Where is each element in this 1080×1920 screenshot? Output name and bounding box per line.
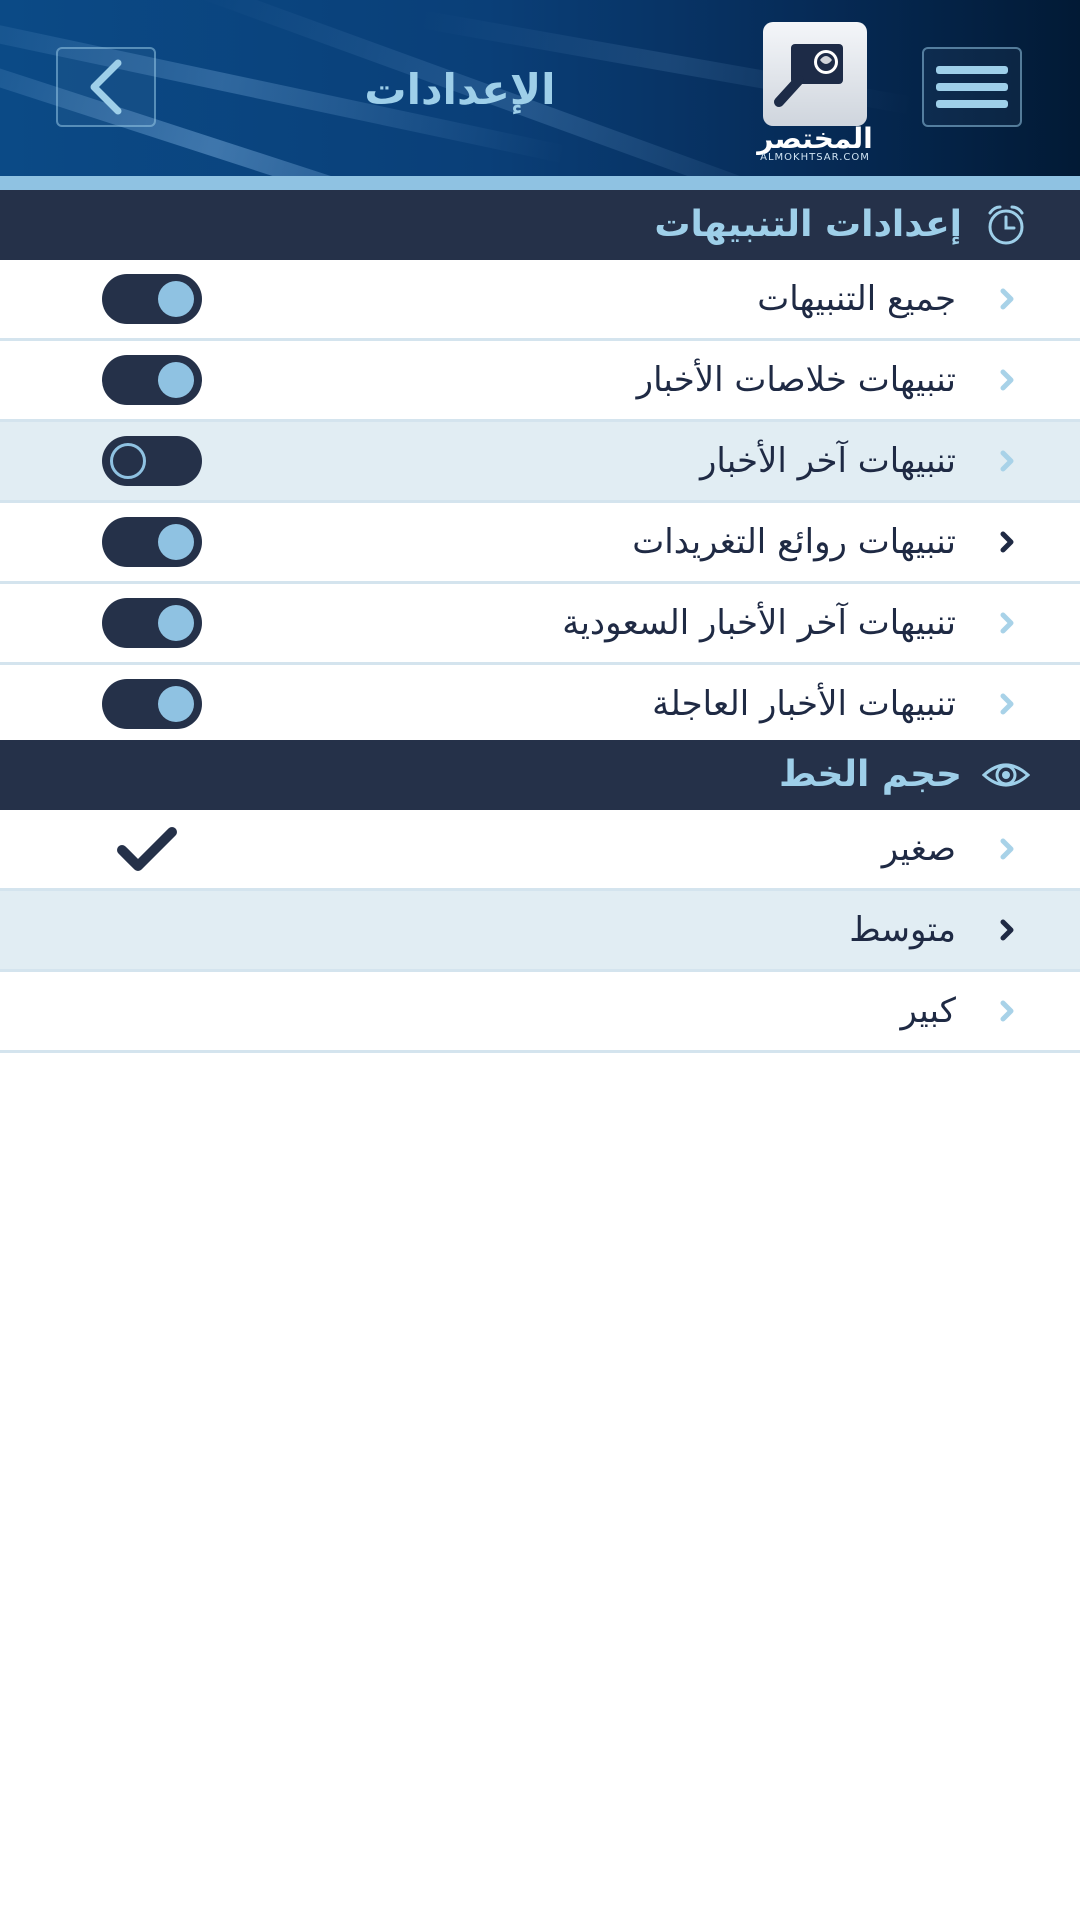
font-size-label: متوسط [849,910,956,950]
back-button[interactable] [56,47,156,127]
app-logo [763,22,867,126]
font-size-label: صغير [881,829,956,869]
checkmark-icon [117,827,177,871]
alert-toggle[interactable] [102,679,202,729]
chevron-icon [1000,693,1014,715]
font-size-label: كبير [900,991,956,1031]
alert-label: تنبيهات الأخبار العاجلة [652,684,956,724]
logo-subtext: ALMOKHTSAR.COM [760,152,870,163]
alert-label: جميع التنبيهات [757,279,956,319]
alert-row-best-tweets[interactable]: تنبيهات روائع التغريدات [0,503,1080,584]
alert-toggle[interactable] [102,355,202,405]
toggle-knob [158,524,194,560]
chevron-icon [1000,919,1014,941]
font-size-row-large[interactable]: كبير [0,972,1080,1053]
alert-label: تنبيهات خلاصات الأخبار [636,360,956,400]
eye-icon [982,763,1030,787]
chevron-icon [1000,838,1014,860]
font-size-row-small[interactable]: صغير [0,810,1080,891]
chevron-left-icon [90,59,122,115]
alert-label: تنبيهات آخر الأخبار [699,441,956,481]
section-header-alerts: إعدادات التنبيهات [0,190,1080,260]
chevron-icon [1000,369,1014,391]
toggle-knob [158,605,194,641]
section-title-font-size: حجم الخط [778,754,962,795]
alert-toggle[interactable] [102,436,202,486]
alert-row-latest-news[interactable]: تنبيهات آخر الأخبار [0,422,1080,503]
chevron-icon [1000,450,1014,472]
alert-label: تنبيهات آخر الأخبار السعودية [562,603,956,643]
alert-toggle[interactable] [102,517,202,567]
page-title: الإعدادات [364,65,556,114]
alarm-clock-icon [988,205,1024,245]
alert-toggle[interactable] [102,274,202,324]
alert-label: تنبيهات روائع التغريدات [632,522,956,562]
logo-text: المختصر [757,122,873,155]
hamburger-menu-icon [936,66,1008,108]
toggle-knob [158,281,194,317]
alert-row-breaking-news[interactable]: تنبيهات الأخبار العاجلة [0,665,1080,746]
alert-row-all[interactable]: جميع التنبيهات [0,260,1080,341]
alert-row-saudi-news[interactable]: تنبيهات آخر الأخبار السعودية [0,584,1080,665]
toggle-knob [158,686,194,722]
menu-button[interactable] [922,47,1022,127]
toggle-knob [158,362,194,398]
section-title-alerts: إعدادات التنبيهات [654,204,962,245]
header-accent-band [0,176,1080,190]
section-header-font-size: حجم الخط [0,740,1080,810]
chevron-icon [1000,1000,1014,1022]
alert-row-news-summaries[interactable]: تنبيهات خلاصات الأخبار [0,341,1080,422]
alert-toggle[interactable] [102,598,202,648]
font-size-row-medium[interactable]: متوسط [0,891,1080,972]
chevron-icon [1000,531,1014,553]
toggle-knob [110,443,146,479]
magnifier-logo-icon [774,44,843,107]
chevron-icon [1000,612,1014,634]
chevron-icon [1000,288,1014,310]
